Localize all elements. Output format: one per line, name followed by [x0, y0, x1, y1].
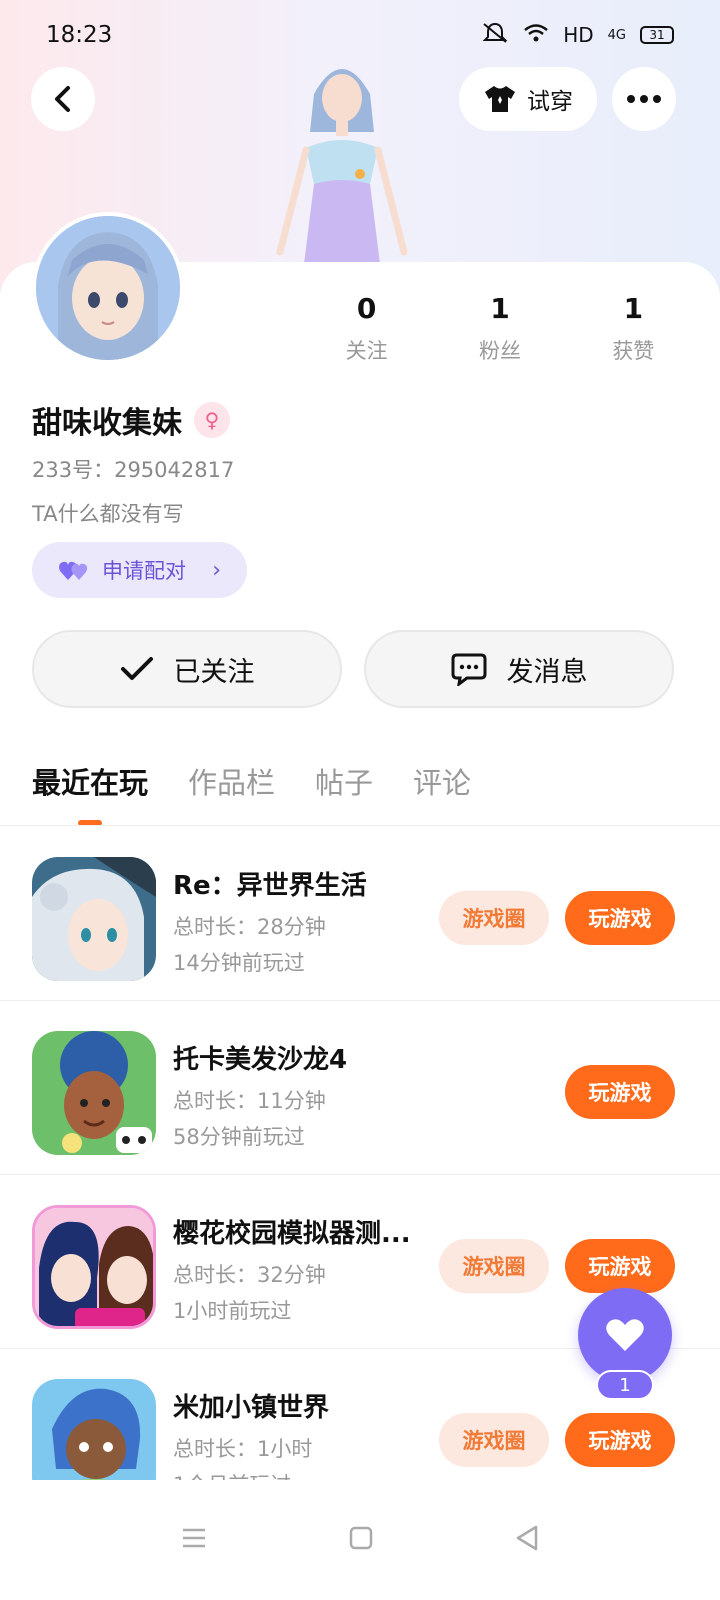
- game-icon[interactable]: [32, 1205, 156, 1329]
- network-label: HD: [563, 23, 594, 47]
- send-message-label: 发消息: [506, 656, 588, 688]
- back-button[interactable]: [31, 67, 95, 131]
- menu-icon[interactable]: [180, 1526, 208, 1554]
- mute-icon: [481, 21, 509, 50]
- game-icon[interactable]: [32, 857, 156, 981]
- play-game-button[interactable]: 玩游戏: [565, 1239, 675, 1293]
- back-triangle-icon[interactable]: [514, 1524, 540, 1556]
- home-square-icon[interactable]: [348, 1525, 374, 1555]
- double-heart-icon: [59, 561, 88, 580]
- avatar-3d-figure: [262, 52, 422, 268]
- status-icons: HD 4G 31: [481, 21, 674, 50]
- profile-tabs: 最近在玩 作品栏 帖子 评论: [32, 760, 471, 826]
- user-bio: TA什么都没有写: [32, 502, 184, 526]
- game-title: 米加小镇世界: [173, 1393, 330, 1423]
- checkmark-icon: [120, 657, 153, 680]
- apply-pair-button[interactable]: 申请配对 ›: [32, 542, 247, 598]
- heart-icon: [606, 1319, 644, 1351]
- status-time: 18:23: [46, 22, 113, 48]
- chevron-right-icon: ›: [212, 557, 221, 583]
- stat-likes[interactable]: 1 获赞: [567, 292, 700, 365]
- stat-fans[interactable]: 1 粉丝: [433, 292, 566, 365]
- game-icon[interactable]: [32, 1379, 156, 1481]
- chat-bubble-icon: [451, 653, 486, 686]
- game-circle-button[interactable]: 游戏圈: [439, 1239, 549, 1293]
- game-last-played: 1小时前玩过: [173, 1299, 292, 1323]
- play-game-button[interactable]: 玩游戏: [565, 1413, 675, 1467]
- user-id: 233号：295042817: [32, 458, 235, 482]
- more-dots-icon: [627, 95, 661, 103]
- battery-icon: 31: [640, 26, 674, 44]
- game-circle-button[interactable]: 游戏圈: [439, 1413, 549, 1467]
- tshirt-icon: [485, 86, 515, 112]
- username: 甜味收集妹: [32, 406, 182, 441]
- stat-label: 获赞: [612, 339, 655, 363]
- game-last-played: 58分钟前玩过: [173, 1125, 305, 1149]
- tabs-divider: [0, 825, 720, 826]
- try-on-button[interactable]: 试穿: [459, 67, 597, 131]
- chevron-left-icon: [55, 86, 70, 112]
- pair-label: 申请配对: [102, 559, 186, 583]
- followed-button[interactable]: 已关注: [32, 630, 342, 708]
- game-duration: 总时长：11分钟: [173, 1089, 326, 1113]
- stat-value: 1: [623, 292, 644, 325]
- stat-following[interactable]: 0 关注: [300, 292, 433, 365]
- stat-value: 0: [356, 292, 377, 325]
- game-last-played: 14分钟前玩过: [173, 951, 305, 975]
- tab-posts[interactable]: 帖子: [315, 760, 373, 826]
- signal-label: 4G: [607, 27, 626, 43]
- like-count-badge: 1: [596, 1370, 654, 1400]
- game-circle-button[interactable]: 游戏圈: [439, 891, 549, 945]
- wifi-icon: [523, 23, 549, 48]
- tab-works[interactable]: 作品栏: [188, 760, 275, 826]
- stat-label: 关注: [345, 339, 388, 363]
- profile-avatar[interactable]: [32, 212, 184, 364]
- more-options-button[interactable]: [612, 67, 676, 131]
- game-title: Re：异世界生活: [173, 871, 367, 901]
- stat-label: 粉丝: [478, 339, 521, 363]
- tab-comments[interactable]: 评论: [413, 760, 471, 826]
- game-duration: 总时长：32分钟: [173, 1263, 326, 1287]
- game-list-item[interactable]: Re：异世界生活 总时长：28分钟 14分钟前玩过 游戏圈 玩游戏: [0, 827, 720, 1001]
- send-message-button[interactable]: 发消息: [364, 630, 674, 708]
- game-title: 托卡美发沙龙4: [173, 1045, 348, 1075]
- game-icon[interactable]: [32, 1031, 156, 1155]
- followed-label: 已关注: [173, 656, 255, 688]
- game-duration: 总时长：28分钟: [173, 915, 326, 939]
- game-title: 樱花校园模拟器测...: [173, 1219, 411, 1249]
- system-nav-bar: [0, 1480, 720, 1600]
- stat-value: 1: [490, 292, 510, 325]
- female-gender-icon: ♀: [194, 402, 230, 438]
- game-list-item[interactable]: 托卡美发沙龙4 总时长：11分钟 58分钟前玩过 玩游戏: [0, 1001, 720, 1175]
- play-game-button[interactable]: 玩游戏: [565, 1065, 675, 1119]
- like-fab-button[interactable]: [578, 1288, 672, 1382]
- play-game-button[interactable]: 玩游戏: [565, 891, 675, 945]
- tab-recently-played[interactable]: 最近在玩: [32, 760, 148, 826]
- profile-stats: 0 关注 1 粉丝 1 获赞: [300, 292, 700, 365]
- username-row: 甜味收集妹 ♀: [32, 398, 230, 442]
- try-on-label: 试穿: [527, 89, 573, 115]
- game-duration: 总时长：1小时: [173, 1437, 313, 1461]
